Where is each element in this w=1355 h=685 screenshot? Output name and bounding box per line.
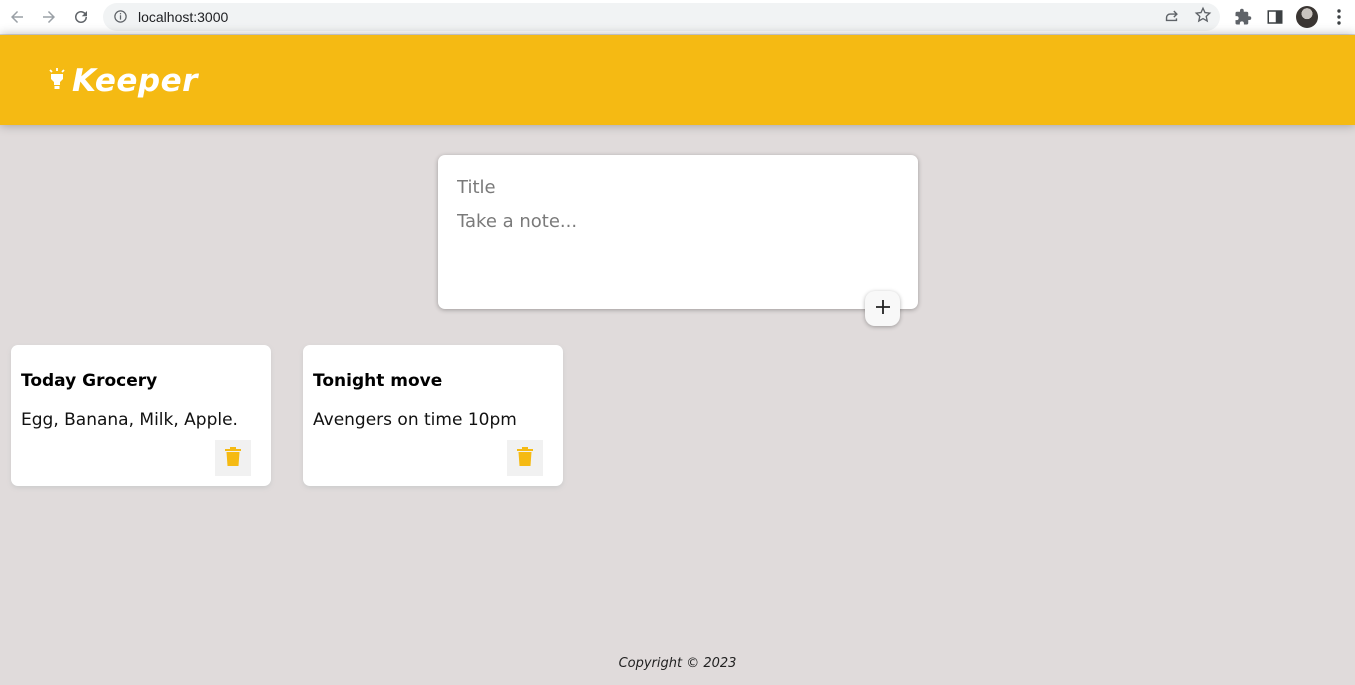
url-text: localhost:3000 — [138, 9, 229, 25]
note-title: Tonight move — [313, 371, 443, 391]
share-icon[interactable] — [1161, 5, 1181, 25]
address-bar[interactable]: localhost:3000 — [103, 3, 1220, 31]
delete-note-button[interactable] — [215, 440, 251, 476]
create-note-form — [438, 155, 918, 309]
note-content: Avengers on time 10pm — [313, 410, 517, 430]
app-header: Keeper — [0, 35, 1355, 125]
profile-avatar[interactable] — [1296, 6, 1318, 28]
add-note-button[interactable] — [865, 291, 900, 326]
note-content: Egg, Banana, Milk, Apple. — [21, 410, 238, 430]
lightbulb-icon — [48, 67, 66, 95]
note-title: Today Grocery — [21, 371, 158, 391]
info-icon[interactable] — [113, 9, 128, 29]
note-title-input[interactable] — [457, 177, 897, 198]
trash-icon — [517, 447, 533, 469]
side-panel-icon[interactable] — [1264, 6, 1286, 28]
back-arrow-icon[interactable] — [5, 5, 29, 29]
reload-icon[interactable] — [69, 5, 93, 29]
note-card: Today Grocery Egg, Banana, Milk, Apple. — [11, 345, 271, 486]
plus-icon — [875, 299, 891, 318]
copyright-text: Copyright © 2023 — [618, 656, 737, 671]
extensions-icon[interactable] — [1232, 6, 1254, 28]
footer: Copyright © 2023 — [0, 656, 1355, 671]
note-content-input[interactable] — [457, 211, 897, 291]
browser-toolbar: localhost:3000 — [0, 0, 1355, 35]
brand: Keeper — [48, 63, 198, 99]
delete-note-button[interactable] — [507, 440, 543, 476]
star-icon[interactable] — [1193, 5, 1213, 25]
trash-icon — [225, 447, 241, 469]
note-card: Tonight move Avengers on time 10pm — [303, 345, 563, 486]
menu-dots-icon[interactable] — [1328, 6, 1350, 28]
app-title: Keeper — [72, 63, 198, 99]
forward-arrow-icon[interactable] — [37, 5, 61, 29]
